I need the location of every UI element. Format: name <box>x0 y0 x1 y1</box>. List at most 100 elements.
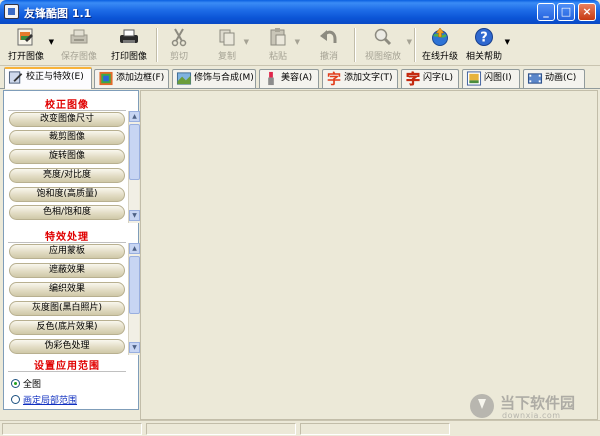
tab-add-text[interactable]: 字 添加文字(T) <box>322 69 398 89</box>
svg-text:?: ? <box>480 31 488 46</box>
function-panel: 校正图像 改变图像尺寸 裁剪图像 旋转图像 亮度/对比度 饱和度(高质量) 色相… <box>3 90 140 410</box>
open-image-button[interactable]: 打开图像 ▼ <box>4 26 54 64</box>
help-dropdown-icon[interactable]: ▼ <box>505 38 510 46</box>
status-panel-2 <box>146 423 296 435</box>
section1-scrollbar[interactable]: ▲ ▼ <box>128 111 140 223</box>
print-image-label: 打印图像 <box>110 52 147 62</box>
invert-button[interactable]: 反色(底片效果) <box>9 320 125 335</box>
watermark-logo: 当下软件园 downxia.com <box>470 392 596 422</box>
toolbar-separator <box>156 28 158 62</box>
zoom-view-button[interactable]: 视图缩放 ▼ <box>360 26 412 64</box>
zoom-view-label: 视图缩放 <box>364 52 401 62</box>
radio-selected-icon[interactable] <box>11 379 20 388</box>
copy-dropdown-icon[interactable]: ▼ <box>244 38 249 46</box>
paste-dropdown-icon[interactable]: ▼ <box>295 38 300 46</box>
save-image-icon <box>70 29 88 44</box>
grayscale-button[interactable]: 灰度图(黑白照片) <box>9 301 125 316</box>
cut-label: 剪切 <box>169 52 188 62</box>
copy-label: 复制 <box>217 52 236 62</box>
status-bar <box>0 420 600 436</box>
frame-icon <box>99 71 113 86</box>
scroll-thumb[interactable] <box>129 124 140 180</box>
flash-image-icon <box>466 71 482 86</box>
help-icon: ? <box>475 28 493 46</box>
title-bar[interactable]: 友锋酷图 1.1 _ □ × <box>0 0 600 24</box>
scroll-up-icon[interactable]: ▲ <box>129 243 140 254</box>
tab-animation[interactable]: 动画(C) <box>523 69 585 89</box>
tab-flash-image[interactable]: 闪图(I) <box>462 69 520 89</box>
toolbar-separator <box>414 28 416 62</box>
weave-effect-button[interactable]: 编织效果 <box>9 282 125 297</box>
scissors-icon <box>171 28 187 47</box>
scroll-down-icon[interactable]: ▼ <box>129 210 140 221</box>
mask-effect-button[interactable]: 遮蔽效果 <box>9 263 125 278</box>
saturation-hq-button[interactable]: 饱和度(高质量) <box>9 187 125 202</box>
tab-retouch-compose[interactable]: 修饰与合成(M) <box>172 69 256 89</box>
status-panel-1 <box>2 423 142 435</box>
range-local-area-radio[interactable]: 画定局部范围 <box>11 393 77 406</box>
rotate-image-button[interactable]: 旋转图像 <box>9 149 125 164</box>
section2-scrollbar[interactable]: ▲ ▼ <box>128 243 140 355</box>
tab-add-frame[interactable]: 添加边框(F) <box>94 69 169 89</box>
svg-text:字: 字 <box>406 71 420 86</box>
paste-label: 粘贴 <box>268 52 287 62</box>
zoom-icon <box>374 28 392 46</box>
section-title-correction: 校正图像 <box>45 100 89 111</box>
apply-mask-button[interactable]: 应用蒙板 <box>9 244 125 259</box>
copy-icon <box>219 29 235 46</box>
range-whole-image-radio[interactable]: 全图 <box>11 377 41 390</box>
help-button[interactable]: ? 相关帮助 ▼ <box>464 26 510 64</box>
compose-icon <box>176 72 192 85</box>
undo-icon <box>320 30 337 43</box>
text-icon: 字 <box>327 71 341 86</box>
watermark-text: 当下软件园 <box>500 394 576 412</box>
download-icon <box>470 394 494 418</box>
online-upgrade-label: 在线升级 <box>421 52 458 62</box>
copy-button[interactable]: 复制 ▼ <box>211 26 249 64</box>
crop-image-button[interactable]: 裁剪图像 <box>9 130 125 145</box>
help-label: 相关帮助 <box>465 52 502 62</box>
scroll-down-icon[interactable]: ▼ <box>129 342 140 353</box>
maximize-button[interactable]: □ <box>557 3 575 21</box>
scroll-thumb[interactable] <box>129 256 140 314</box>
tab-bar: 校正与特效(E) 添加边框(F) 修饰与合成(M) 美容(A) 字 添加文字(T… <box>0 67 600 89</box>
tab-beauty[interactable]: 美容(A) <box>259 69 319 89</box>
status-panel-3 <box>300 423 450 435</box>
paste-icon <box>270 28 286 46</box>
toolbar-separator <box>354 28 356 62</box>
tab-flash-text[interactable]: 字 闪字(L) <box>401 69 459 89</box>
tab-correction-effects[interactable]: 校正与特效(E) <box>4 67 92 89</box>
hue-saturation-button[interactable]: 色相/饱和度 <box>9 205 125 220</box>
watermark-url: downxia.com <box>502 411 561 420</box>
save-image-button[interactable]: 保存图像 <box>58 26 100 64</box>
brightness-contrast-button[interactable]: 亮度/对比度 <box>9 168 125 183</box>
radio-unselected-icon[interactable] <box>11 395 20 404</box>
zoom-dropdown-icon[interactable]: ▼ <box>407 38 412 46</box>
app-icon[interactable] <box>4 4 19 19</box>
image-canvas[interactable] <box>140 90 598 420</box>
undo-button[interactable]: 撤消 <box>313 26 345 64</box>
svg-text:字: 字 <box>327 71 341 86</box>
close-button[interactable]: × <box>578 3 596 21</box>
open-image-label: 打开图像 <box>7 52 44 62</box>
paste-button[interactable]: 粘贴 ▼ <box>262 26 300 64</box>
online-upgrade-icon <box>432 27 448 46</box>
section-title-range: 设置应用范围 <box>34 361 100 372</box>
pseudo-color-button[interactable]: 伪彩色处理 <box>9 339 125 354</box>
minimize-button[interactable]: _ <box>537 3 555 21</box>
cut-button[interactable]: 剪切 <box>163 26 195 64</box>
flash-text-icon: 字 <box>406 71 421 86</box>
open-image-dropdown-icon[interactable]: ▼ <box>49 38 54 46</box>
printer-icon <box>120 29 138 43</box>
print-image-button[interactable]: 打印图像 <box>108 26 150 64</box>
window-title: 友锋酷图 1.1 <box>24 7 92 20</box>
section-title-effects: 特效处理 <box>45 232 89 243</box>
save-image-label: 保存图像 <box>60 52 97 62</box>
resize-image-button[interactable]: 改变图像尺寸 <box>9 112 125 127</box>
toolbar: 打开图像 ▼ 保存图像 打印图像 剪切 复制 ▼ 粘贴 ▼ 撤消 视图缩放 ▼ … <box>0 24 600 66</box>
scroll-up-icon[interactable]: ▲ <box>129 111 140 122</box>
section-divider <box>8 110 126 111</box>
animation-icon <box>527 73 543 84</box>
beauty-icon <box>268 71 274 86</box>
online-upgrade-button[interactable]: 在线升级 <box>420 26 460 64</box>
